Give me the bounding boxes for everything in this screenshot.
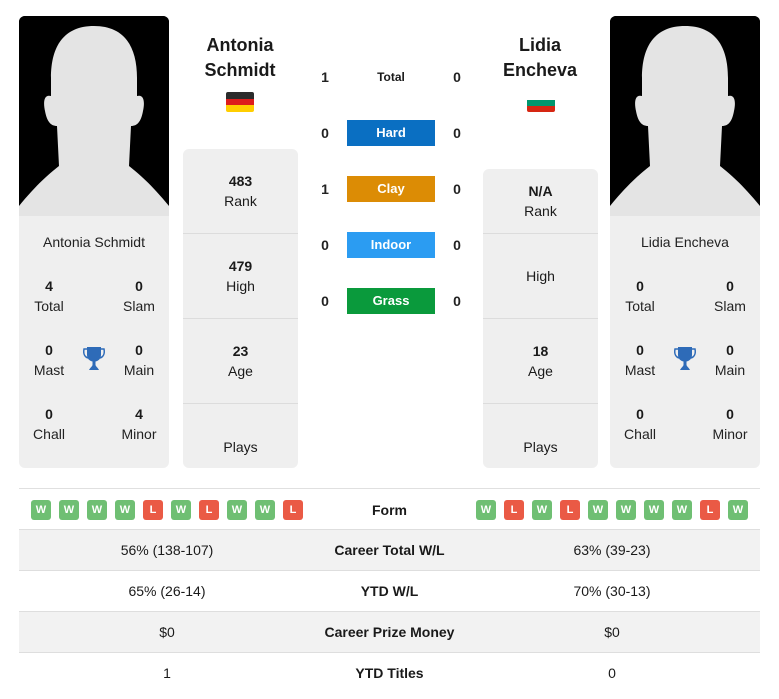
player1-photo: [19, 16, 169, 216]
h2h-row-indoor: 0 Indoor 0: [310, 232, 470, 258]
table-row-prize-money: $0 Career Prize Money $0: [19, 611, 760, 652]
h2h-row-grass: 0 Grass 0: [310, 288, 470, 314]
form-badge-win[interactable]: W: [115, 500, 135, 520]
player2-high: High: [483, 234, 598, 319]
form-badge-win[interactable]: W: [728, 500, 748, 520]
form-badge-win[interactable]: W: [227, 500, 247, 520]
player1-name[interactable]: Antonia Schmidt: [19, 234, 169, 250]
table-divider: [19, 488, 760, 489]
player1-rank: 483 Rank: [183, 149, 298, 234]
surface-badge-grass[interactable]: Grass: [347, 288, 435, 314]
surface-badge-indoor[interactable]: Indoor: [347, 232, 435, 258]
form-badge-loss[interactable]: L: [700, 500, 720, 520]
avatar-silhouette-icon: [19, 16, 169, 216]
player1-stats-card: 483 Rank 479 High 23 Age Plays: [183, 149, 298, 468]
surface-badge-hard[interactable]: Hard: [347, 120, 435, 146]
form-badge-win[interactable]: W: [672, 500, 692, 520]
player1-chall-titles: 0 Chall: [33, 406, 65, 442]
form-badge-win[interactable]: W: [616, 500, 636, 520]
h2h-row-clay: 1 Clay 0: [310, 176, 470, 202]
trophy-icon: [83, 347, 105, 370]
h2h-row-total: 1 Total 0: [321, 69, 461, 85]
player1-plays: Plays: [223, 438, 258, 455]
player1-main-titles: 0 Main: [123, 342, 155, 378]
player2-titles-card: Lidia Encheva 0 Total 0 Slam 0 Mast 0 Main 0…: [610, 216, 760, 468]
table-row-ytd-wl: 65% (26-14) YTD W/L 70% (30-13): [19, 570, 760, 611]
form-row: WWWWLWLWWL Form WLWLWWWWLW: [19, 494, 760, 526]
form-badge-win[interactable]: W: [588, 500, 608, 520]
player2-total-titles: 0 Total: [625, 278, 655, 314]
player2-photo: [610, 16, 760, 216]
player2-plays: Plays: [523, 438, 558, 455]
bulgaria-flag-icon: [527, 98, 555, 112]
player2-age: 18 Age: [483, 319, 598, 404]
player2-minor-titles: 0 Minor: [712, 406, 748, 442]
form-badge-loss[interactable]: L: [143, 500, 163, 520]
form-badge-win[interactable]: W: [87, 500, 107, 520]
player2-chall-titles: 0 Chall: [624, 406, 656, 442]
form-label: Form: [372, 502, 407, 518]
form-badge-win[interactable]: W: [59, 500, 79, 520]
player1-minor-titles: 4 Minor: [121, 406, 157, 442]
player2-stats-card: N/A Rank High 18 Age Plays: [483, 169, 598, 468]
form-badge-win[interactable]: W: [31, 500, 51, 520]
h2h-row-hard: 0 Hard 0: [310, 120, 470, 146]
player2-slam-titles: 0 Slam: [714, 278, 746, 314]
player2-rank: N/A Rank: [483, 169, 598, 234]
form-badge-win[interactable]: W: [476, 500, 496, 520]
player1-heading[interactable]: Antonia Schmidt: [165, 33, 315, 83]
table-row-career-wl: 56% (138-107) Career Total W/L 63% (39-2…: [19, 529, 760, 570]
player1-form: WWWWLWLWWL: [31, 500, 303, 520]
player1-slam-titles: 0 Slam: [123, 278, 155, 314]
player2-form: WLWLWWWWLW: [476, 500, 748, 520]
player1-total-titles: 4 Total: [34, 278, 64, 314]
form-badge-win[interactable]: W: [171, 500, 191, 520]
avatar-silhouette-icon: [610, 16, 760, 216]
surface-badge-clay[interactable]: Clay: [347, 176, 435, 202]
form-badge-loss[interactable]: L: [283, 500, 303, 520]
player1-age: 23 Age: [183, 319, 298, 404]
player2-mast-titles: 0 Mast: [624, 342, 656, 378]
germany-flag-icon: [226, 92, 254, 112]
player2-heading[interactable]: Lidia Encheva: [465, 33, 615, 83]
form-badge-loss[interactable]: L: [560, 500, 580, 520]
trophy-icon: [674, 347, 696, 370]
player2-main-titles: 0 Main: [714, 342, 746, 378]
form-badge-win[interactable]: W: [644, 500, 664, 520]
form-badge-loss[interactable]: L: [504, 500, 524, 520]
form-badge-win[interactable]: W: [532, 500, 552, 520]
table-row-ytd-titles: 1 YTD Titles 0: [19, 652, 760, 693]
form-badge-win[interactable]: W: [255, 500, 275, 520]
player1-titles-card: Antonia Schmidt 4 Total 0 Slam 0 Mast 0 Main…: [19, 216, 169, 468]
player2-name[interactable]: Lidia Encheva: [610, 234, 760, 250]
player1-high: 479 High: [183, 234, 298, 319]
form-badge-loss[interactable]: L: [199, 500, 219, 520]
player1-mast-titles: 0 Mast: [33, 342, 65, 378]
